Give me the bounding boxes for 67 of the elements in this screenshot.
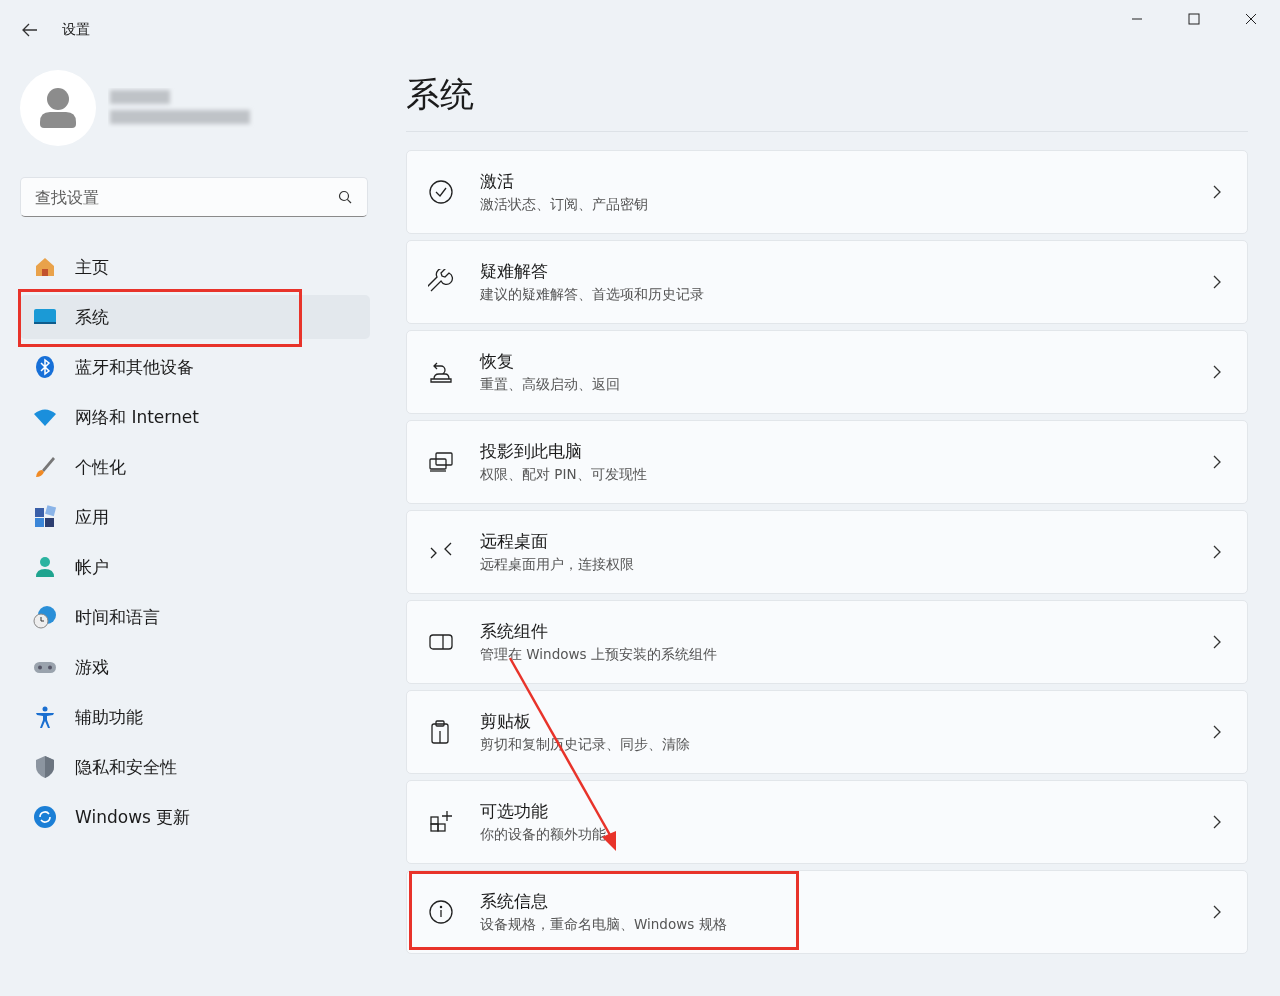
card-icon	[428, 809, 454, 835]
sidebar-item[interactable]: 时间和语言	[20, 595, 370, 639]
card-subtitle: 管理在 Windows 上预安装的系统组件	[480, 646, 718, 664]
card-title: 疑难解答	[480, 260, 549, 283]
sidebar-item[interactable]: 网络和 Internet	[20, 395, 370, 439]
card-icon	[428, 449, 454, 475]
card-title: 系统信息	[480, 890, 549, 913]
chevron-icon	[1213, 545, 1221, 559]
settings-card[interactable]: 可选功能 你的设备的额外功能	[406, 780, 1248, 864]
chevron-icon	[1213, 275, 1221, 289]
sidebar-item[interactable]: 主页	[20, 245, 370, 289]
settings-card[interactable]: 远程桌面 远程桌面用户，连接权限	[406, 510, 1248, 594]
settings-card[interactable]: 疑难解答 建议的疑难解答、首选项和历史记录	[406, 240, 1248, 324]
close-icon[interactable]	[1245, 13, 1257, 25]
sidebar-item[interactable]: 游戏	[20, 645, 370, 689]
card-title: 可选功能	[480, 800, 549, 823]
nav-icon	[33, 355, 57, 379]
nav-icon	[33, 455, 57, 479]
card-subtitle: 激活状态、订阅、产品密钥	[480, 196, 649, 214]
card-title: 系统组件	[480, 620, 549, 643]
chevron-icon	[1213, 725, 1221, 739]
sidebar-item[interactable]: 蓝牙和其他设备	[20, 345, 370, 389]
nav-icon	[33, 255, 57, 279]
chevron-icon	[1213, 635, 1221, 649]
search-field[interactable]: 查找设置	[20, 177, 368, 217]
sidebar-item[interactable]: Windows 更新	[20, 795, 370, 839]
chevron-icon	[1213, 365, 1221, 379]
chevron-icon	[1213, 455, 1221, 469]
page-title: 系统	[406, 72, 1248, 132]
nav-icon	[33, 605, 57, 629]
card-subtitle: 建议的疑难解答、首选项和历史记录	[480, 286, 705, 304]
card-title: 投影到此电脑	[480, 440, 583, 463]
settings-card[interactable]: 投影到此电脑 权限、配对 PIN、可发现性	[406, 420, 1248, 504]
settings-card[interactable]: 激活 激活状态、订阅、产品密钥	[406, 150, 1248, 234]
card-subtitle: 重置、高级启动、返回	[480, 376, 621, 394]
nav-icon	[33, 555, 57, 579]
card-icon	[428, 179, 454, 205]
sidebar-item[interactable]: 隐私和安全性	[20, 745, 370, 789]
sidebar-item[interactable]: 辅助功能	[20, 695, 370, 739]
window-title: 设置	[62, 21, 90, 39]
maximize-icon[interactable]	[1188, 13, 1200, 25]
avatar-icon	[20, 70, 96, 146]
chevron-icon	[1213, 185, 1221, 199]
back-icon[interactable]	[22, 23, 38, 37]
sidebar-item[interactable]: 帐户	[20, 545, 370, 589]
sidebar-item[interactable]: 应用	[20, 495, 370, 539]
chevron-icon	[1213, 815, 1221, 829]
card-title: 远程桌面	[480, 530, 549, 553]
sidebar-item[interactable]: 系统	[20, 295, 370, 339]
sidebar-item[interactable]: 个性化	[20, 445, 370, 489]
card-icon	[428, 899, 454, 925]
search-icon	[338, 190, 352, 204]
nav-icon	[33, 805, 57, 829]
nav-icon	[33, 755, 57, 779]
card-subtitle: 你的设备的额外功能	[480, 826, 607, 844]
card-subtitle: 设备规格，重命名电脑、Windows 规格	[480, 916, 728, 934]
settings-card[interactable]: 系统信息 设备规格，重命名电脑、Windows 规格	[406, 870, 1248, 954]
card-title: 激活	[480, 170, 515, 193]
nav-icon	[33, 705, 57, 729]
card-subtitle: 远程桌面用户，连接权限	[480, 556, 635, 574]
settings-card[interactable]: 恢复 重置、高级启动、返回	[406, 330, 1248, 414]
chevron-icon	[1213, 905, 1221, 919]
settings-card[interactable]: 系统组件 管理在 Windows 上预安装的系统组件	[406, 600, 1248, 684]
card-title: 恢复	[480, 350, 515, 373]
nav-icon	[33, 505, 57, 529]
card-title: 剪贴板	[480, 710, 532, 733]
card-subtitle: 权限、配对 PIN、可发现性	[480, 466, 648, 484]
